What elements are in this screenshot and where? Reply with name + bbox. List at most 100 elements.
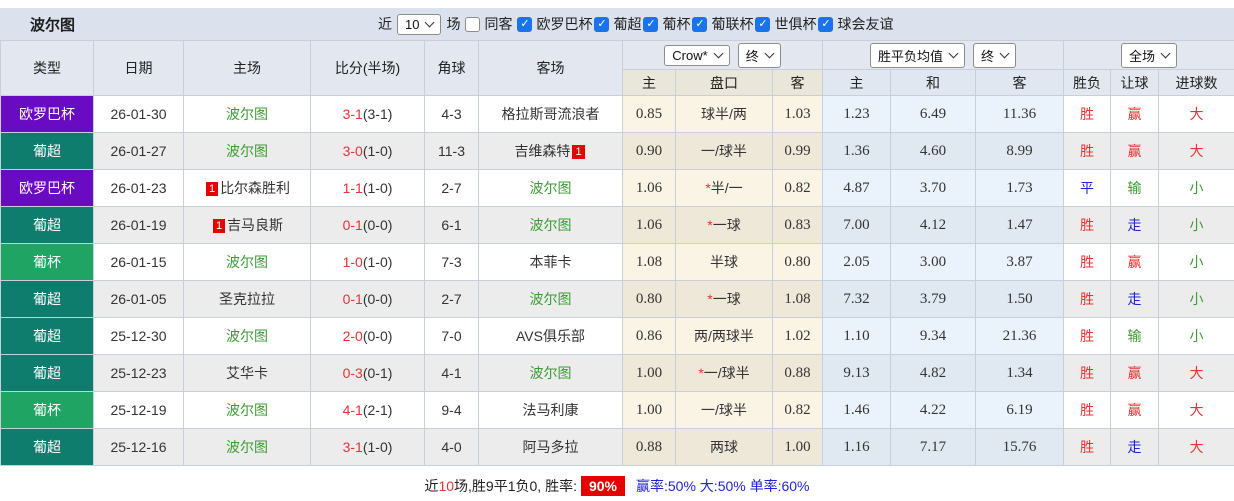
league-option[interactable]: ✓ 球会友谊 bbox=[818, 14, 893, 34]
league-checkbox[interactable]: ✓ bbox=[643, 16, 659, 32]
team-name: 波尔图 bbox=[226, 106, 268, 122]
league-label: 球会友谊 bbox=[837, 16, 894, 33]
team-name: 波尔图 bbox=[226, 143, 268, 159]
home-team-cell: 波尔图 bbox=[183, 317, 311, 355]
col-header-corners: 角球 bbox=[424, 40, 479, 96]
chevron-down-icon bbox=[1160, 48, 1171, 59]
date-cell: 25-12-23 bbox=[93, 354, 184, 392]
avg-odds-select[interactable]: 胜平负均值 bbox=[870, 42, 966, 68]
col-header-odds-away: 客 bbox=[772, 69, 823, 96]
handicap-cell: *一球 bbox=[675, 206, 773, 244]
footer-segment: 场,胜9平1负0, 胜率: bbox=[454, 477, 577, 494]
avg-draw-cell: 4.22 bbox=[890, 391, 976, 429]
avg-away-cell: 15.76 bbox=[974, 428, 1065, 466]
handicap-cell: *半/一 bbox=[675, 169, 773, 207]
outcome-cell: 胜 bbox=[1063, 243, 1112, 281]
team-name: 法马利康 bbox=[522, 402, 579, 418]
home-team-cell: 艾华卡 bbox=[183, 354, 311, 392]
league-option[interactable]: ✓ 欧罗巴杯 bbox=[517, 14, 592, 34]
avg-away-cell: 21.36 bbox=[974, 317, 1065, 355]
avg-draw-cell: 4.60 bbox=[890, 132, 976, 170]
let-result-cell: 走 bbox=[1110, 280, 1160, 318]
away-team-cell: 本菲卡 bbox=[478, 243, 623, 281]
col-header-away: 客场 bbox=[478, 40, 623, 96]
home-team-cell: 波尔图 bbox=[183, 95, 311, 133]
corners-cell: 6-1 bbox=[424, 206, 479, 244]
league-option[interactable]: ✓ 世俱杯 bbox=[755, 14, 816, 34]
odds-home-cell: 1.08 bbox=[622, 243, 676, 281]
outcome-cell: 胜 bbox=[1063, 428, 1112, 466]
league-label: 世俱杯 bbox=[774, 16, 817, 33]
league-filter-group: ✓ 欧罗巴杯 ✓ 葡超 ✓ 葡杯 ✓ 葡联杯 ✓ 世俱杯 ✓ 球会友谊 bbox=[517, 14, 893, 35]
let-result-cell: 走 bbox=[1110, 206, 1160, 244]
corners-cell: 7-3 bbox=[424, 243, 479, 281]
same-venue-label: 同客 bbox=[484, 16, 513, 32]
odds-home-cell: 0.88 bbox=[622, 428, 676, 466]
let-result-cell: 赢 bbox=[1110, 95, 1160, 133]
outcome-cell: 平 bbox=[1063, 169, 1112, 207]
match-count-select[interactable]: 10 bbox=[397, 13, 442, 35]
avg-home-cell: 7.00 bbox=[822, 206, 891, 244]
match-count-value: 10 bbox=[405, 16, 420, 32]
team-name: AVS俱乐部 bbox=[516, 328, 585, 344]
league-option[interactable]: ✓ 葡杯 bbox=[643, 14, 690, 34]
corners-cell: 4-0 bbox=[424, 428, 479, 466]
away-team-cell: AVS俱乐部 bbox=[478, 317, 623, 355]
same-venue-option[interactable]: 同客 bbox=[465, 14, 512, 34]
date-cell: 25-12-19 bbox=[93, 391, 184, 429]
bookmaker-select-value: Crow* bbox=[672, 47, 708, 63]
bookmaker-select[interactable]: Crow* bbox=[664, 44, 730, 66]
col-header-avg-away: 客 bbox=[974, 69, 1065, 96]
date-cell: 26-01-19 bbox=[93, 206, 184, 244]
table-row: 葡超 25-12-16 波尔图 3-1(1-0) 4-0 阿马多拉 0.88 两… bbox=[0, 428, 1234, 466]
odds-away-cell: 0.83 bbox=[772, 206, 823, 244]
league-badge: 葡超 bbox=[0, 280, 94, 318]
bookmaker-final-select[interactable]: 终 bbox=[737, 42, 781, 68]
odds-home-cell: 0.90 bbox=[622, 132, 676, 170]
league-badge: 葡超 bbox=[0, 428, 94, 466]
avg-home-cell: 7.32 bbox=[822, 280, 891, 318]
avg-final-select[interactable]: 终 bbox=[973, 42, 1017, 68]
avg-away-cell: 1.47 bbox=[974, 206, 1065, 244]
league-checkbox[interactable]: ✓ bbox=[594, 16, 610, 32]
league-checkbox[interactable]: ✓ bbox=[517, 16, 533, 32]
goals-result-cell: 大 bbox=[1158, 95, 1234, 133]
games-label: 场 bbox=[446, 16, 461, 32]
footer-segment: 90% bbox=[580, 475, 625, 496]
chevron-down-icon bbox=[948, 48, 959, 59]
league-checkbox[interactable]: ✓ bbox=[692, 16, 708, 32]
league-option[interactable]: ✓ 葡联杯 bbox=[692, 14, 753, 34]
league-option[interactable]: ✓ 葡超 bbox=[594, 14, 641, 34]
odds-away-cell: 0.80 bbox=[772, 243, 823, 281]
league-label: 葡杯 bbox=[662, 16, 691, 33]
let-result-cell: 赢 bbox=[1110, 243, 1160, 281]
near-label: 近 bbox=[378, 16, 392, 32]
outcome-cell: 胜 bbox=[1063, 206, 1112, 244]
col-header-type: 类型 bbox=[0, 40, 94, 96]
outcome-cell: 胜 bbox=[1063, 95, 1112, 133]
odds-away-cell: 0.88 bbox=[772, 354, 823, 392]
avg-draw-cell: 3.00 bbox=[890, 243, 976, 281]
goals-result-cell: 大 bbox=[1158, 354, 1234, 392]
score-cell: 0-1(0-0) bbox=[310, 206, 425, 244]
date-cell: 25-12-16 bbox=[93, 428, 184, 466]
team-name: 波尔图 bbox=[226, 254, 268, 270]
bookmaker-select-cell: Crow* 终 bbox=[622, 40, 823, 70]
avg-draw-cell: 3.70 bbox=[890, 169, 976, 207]
date-cell: 26-01-15 bbox=[93, 243, 184, 281]
odds-away-cell: 0.82 bbox=[772, 391, 823, 429]
same-venue-checkbox[interactable] bbox=[465, 16, 481, 32]
league-checkbox[interactable]: ✓ bbox=[818, 16, 834, 32]
team-name: 波尔图 bbox=[529, 291, 572, 307]
table-row: 葡杯 25-12-19 波尔图 4-1(2-1) 9-4 法马利康 1.00 一… bbox=[0, 391, 1234, 429]
odds-home-cell: 0.86 bbox=[622, 317, 676, 355]
league-checkbox[interactable]: ✓ bbox=[755, 16, 771, 32]
outcome-cell: 胜 bbox=[1063, 354, 1112, 392]
odds-home-cell: 1.06 bbox=[622, 169, 676, 207]
odds-away-cell: 1.03 bbox=[772, 95, 823, 133]
avg-away-cell: 3.87 bbox=[974, 243, 1065, 281]
away-team-cell: 法马利康 bbox=[478, 391, 623, 429]
avg-away-cell: 8.99 bbox=[974, 132, 1065, 170]
odds-away-cell: 0.99 bbox=[772, 132, 823, 170]
scope-select[interactable]: 全场 bbox=[1121, 42, 1178, 68]
